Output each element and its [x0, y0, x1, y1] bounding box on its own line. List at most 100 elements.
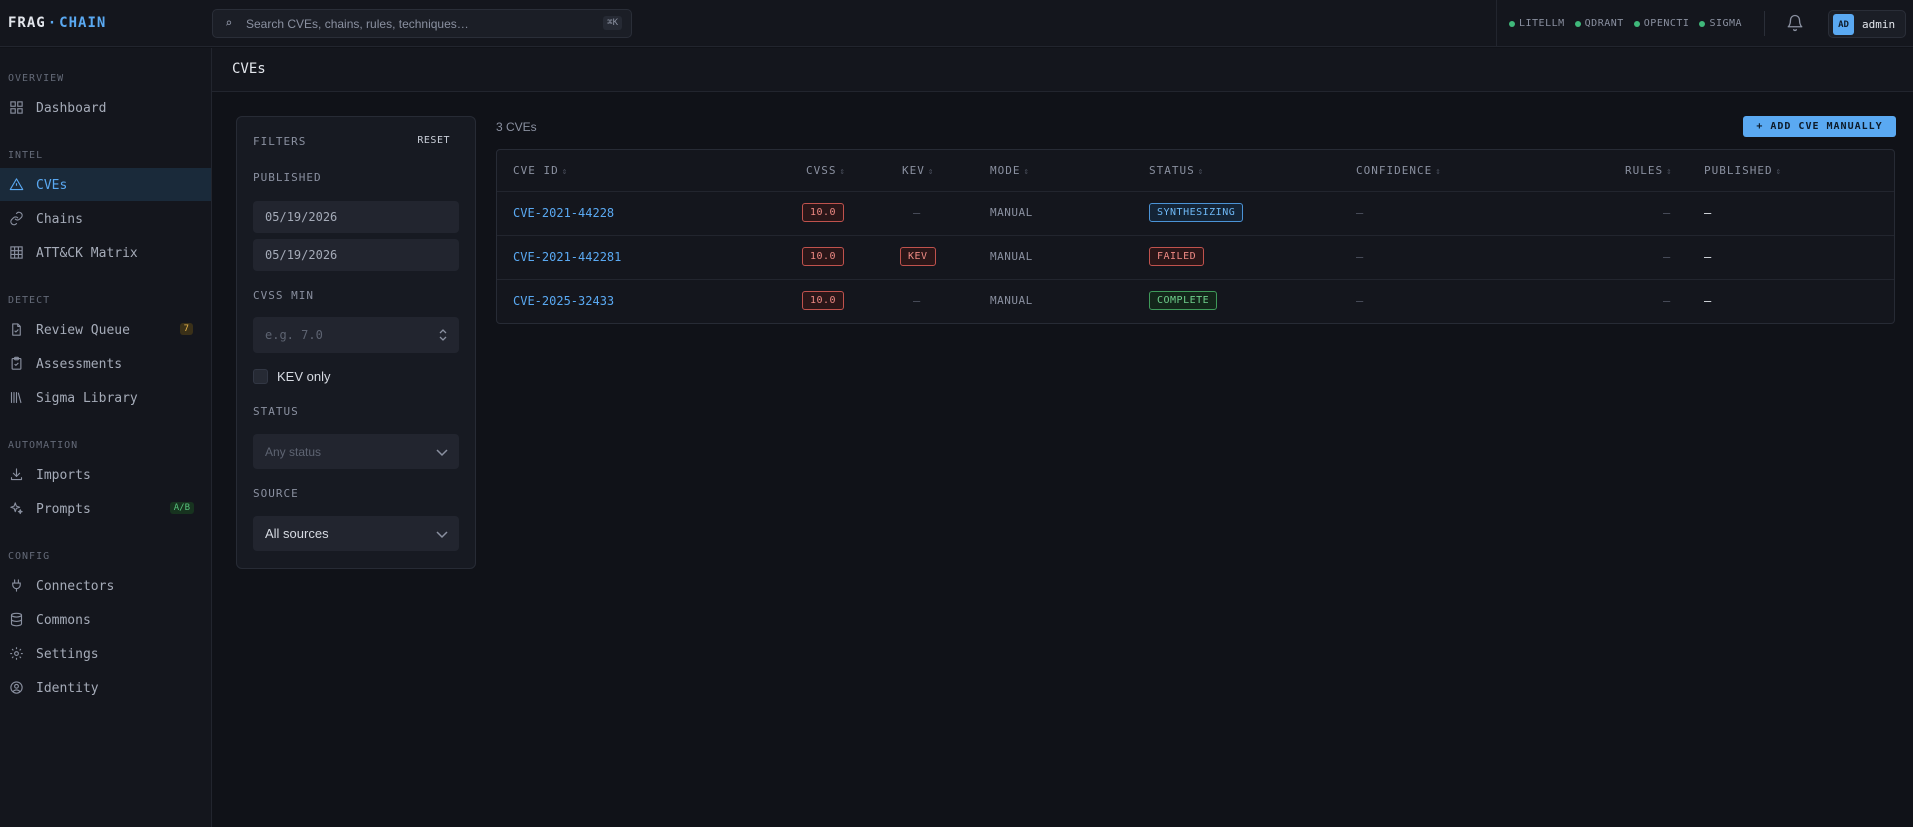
source-select[interactable]: All sources: [253, 516, 459, 551]
kev-badge: KEV: [900, 247, 936, 266]
sort-icon: ⇕: [1666, 167, 1673, 177]
sort-icon: ⇕: [839, 167, 846, 177]
mode-cell: MANUAL: [990, 294, 1033, 307]
reset-button[interactable]: RESET: [417, 135, 450, 146]
cvss-score-badge: 10.0: [802, 291, 845, 310]
status-select-placeholder: Any status: [265, 445, 322, 459]
sidebar-item-label: Review Queue: [36, 323, 130, 338]
status-badge: COMPLETE: [1149, 291, 1218, 310]
sidebar-item-cves[interactable]: CVEs: [0, 168, 211, 201]
published-to-input[interactable]: 05/19/2026: [253, 239, 459, 271]
kev-cell: —: [913, 294, 921, 308]
warning-triangle-icon: [9, 177, 24, 192]
service-status-sigma: SIGMA: [1699, 18, 1742, 29]
kev-cell: —: [913, 206, 921, 220]
sidebar-item-imports[interactable]: Imports: [0, 458, 211, 491]
cvss-score-badge: 10.0: [802, 203, 845, 222]
service-status-litellm: LITELLM: [1509, 18, 1565, 29]
sidebar-item-label: Imports: [36, 468, 91, 483]
column-header-cve-id[interactable]: CVE ID ⇕: [513, 164, 568, 177]
sidebar-item-commons[interactable]: Commons: [0, 603, 211, 636]
notifications-bell-icon[interactable]: [1786, 14, 1804, 32]
cvss-min-placeholder: e.g. 7.0: [265, 328, 323, 342]
sidebar-item-label: Dashboard: [36, 101, 107, 116]
confidence-cell: —: [1356, 294, 1364, 308]
sidebar-item-label: Assessments: [36, 357, 123, 372]
ab-test-badge: A/B: [169, 502, 194, 514]
cve-id-link[interactable]: CVE-2025-32433: [513, 294, 614, 308]
status-dot-icon: [1699, 20, 1706, 27]
top-bar: FRAG · CHAIN ⌕ Search CVEs, chains, rules,…: [0, 0, 1913, 47]
page-title: CVEs: [232, 61, 266, 77]
sidebar-item-label: Settings: [36, 647, 99, 662]
sidebar-section-automation: AUTOMATION: [8, 440, 79, 451]
rules-cell: —: [1663, 294, 1671, 308]
sort-icon: ⇕: [927, 167, 935, 177]
review-count-badge: 7: [179, 323, 193, 335]
kev-only-checkbox[interactable]: [253, 369, 268, 384]
sidebar-item-label: Connectors: [36, 579, 115, 594]
kev-only-label[interactable]: KEV only: [277, 369, 330, 384]
sidebar-section-overview: OVERVIEW: [8, 73, 65, 84]
cve-id-link[interactable]: CVE-2021-44228: [513, 206, 614, 220]
cve-table: CVE ID ⇕ CVSS ⇕ KEV ⇕ MODE ⇕ STATUS ⇕ CONFIDE…: [496, 149, 1895, 324]
sort-icon: ⇕: [1197, 167, 1205, 177]
sidebar-item-identity[interactable]: Identity: [0, 671, 211, 704]
sidebar-item-review-queue[interactable]: Review Queue 7: [0, 313, 211, 346]
column-header-mode[interactable]: MODE ⇕: [990, 164, 1030, 177]
status-select[interactable]: Any status: [253, 434, 459, 469]
cvss-score-badge: 10.0: [802, 247, 845, 266]
avatar: AD: [1833, 14, 1854, 35]
logo-separator: ·: [47, 15, 58, 31]
sidebar-item-attack-matrix[interactable]: ATT&CK Matrix: [0, 236, 211, 269]
sidebar-section-detect: DETECT: [8, 295, 51, 306]
column-header-rules[interactable]: RULES ⇕: [1625, 164, 1673, 177]
database-icon: [9, 612, 24, 627]
status-badge: FAILED: [1149, 247, 1205, 266]
status-dot-icon: [1633, 20, 1640, 27]
cvss-min-label: CVSS MIN: [253, 289, 314, 302]
sidebar-item-settings[interactable]: Settings: [0, 637, 211, 670]
column-header-kev[interactable]: KEV ⇕: [902, 164, 934, 177]
published-label: PUBLISHED: [253, 171, 322, 184]
rules-cell: —: [1663, 250, 1671, 264]
global-search[interactable]: ⌕ Search CVEs, chains, rules, techniques…: [212, 9, 632, 38]
sparkles-icon: [9, 501, 24, 516]
published-from-value: 05/19/2026: [265, 210, 338, 224]
sidebar-item-sigma-library[interactable]: Sigma Library: [0, 381, 211, 414]
published-from-input[interactable]: 05/19/2026: [253, 201, 459, 233]
table-row[interactable]: CVE-2021-442281 10.0 KEV MANUAL FAILED —…: [497, 235, 1894, 279]
chevron-down-icon: [435, 528, 449, 540]
sidebar-item-assessments[interactable]: Assessments: [0, 347, 211, 380]
app-logo[interactable]: FRAG · CHAIN: [8, 15, 106, 31]
table-row[interactable]: CVE-2021-44228 10.0 — MANUAL SYNTHESIZIN…: [497, 191, 1894, 235]
sort-icon: ⇕: [1023, 167, 1030, 177]
grid-icon: [9, 100, 24, 115]
source-select-value: All sources: [265, 526, 329, 541]
sidebar-item-prompts[interactable]: Prompts A/B: [0, 492, 211, 525]
column-header-published[interactable]: PUBLISHED ⇕: [1704, 164, 1782, 177]
column-header-status[interactable]: STATUS ⇕: [1149, 164, 1204, 177]
sidebar-item-chains[interactable]: Chains: [0, 202, 211, 235]
table-row[interactable]: CVE-2025-32433 10.0 — MANUAL COMPLETE — …: [497, 279, 1894, 323]
link-icon: [9, 211, 24, 226]
service-status-qdrant: QDRANT: [1574, 18, 1624, 29]
service-status-opencti: OPENCTI: [1633, 18, 1690, 29]
logo-right: CHAIN: [59, 15, 107, 31]
sidebar-item-dashboard[interactable]: Dashboard: [0, 91, 211, 124]
confidence-cell: —: [1356, 206, 1364, 220]
cvss-min-input[interactable]: e.g. 7.0: [253, 317, 459, 353]
published-cell: —: [1704, 294, 1712, 308]
add-cve-manually-button[interactable]: + ADD CVE MANUALLY: [1743, 116, 1896, 137]
mode-cell: MANUAL: [990, 206, 1033, 219]
column-header-cvss[interactable]: CVSS ⇕: [806, 164, 846, 177]
sidebar-item-label: Prompts: [36, 502, 91, 517]
user-menu[interactable]: AD admin: [1828, 10, 1906, 38]
sidebar-item-label: CVEs: [36, 178, 68, 193]
stepper-arrows-icon[interactable]: [439, 328, 447, 344]
sidebar-item-connectors[interactable]: Connectors: [0, 569, 211, 602]
rules-cell: —: [1663, 206, 1671, 220]
cve-id-link[interactable]: CVE-2021-442281: [513, 250, 621, 264]
sidebar-item-label: Commons: [36, 613, 91, 628]
column-header-confidence[interactable]: CONFIDENCE ⇕: [1356, 164, 1442, 177]
